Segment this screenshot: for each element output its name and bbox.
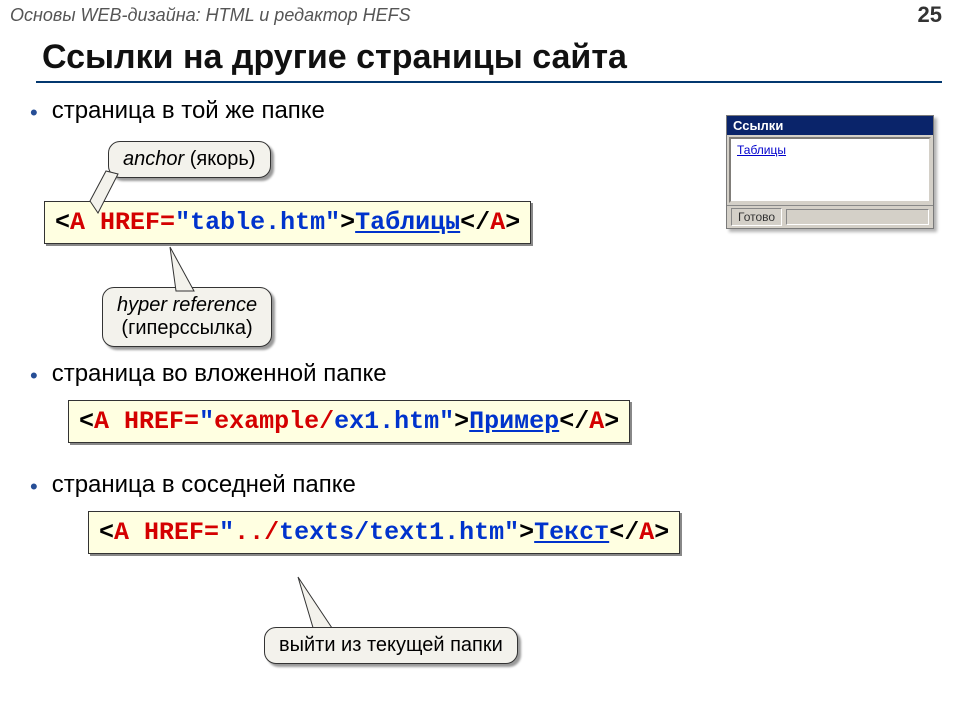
code2-tag-close: A <box>589 407 604 436</box>
bullet-dot-icon: • <box>30 102 38 124</box>
code-example-3: <A HREF="../texts/text1.htm">Текст</A> <box>88 511 680 554</box>
code2-link-text: Пример <box>469 407 559 436</box>
callout-hyper: hyper reference (гиперссылка) <box>102 287 272 347</box>
preview-link[interactable]: Таблицы <box>737 143 786 157</box>
breadcrumb: Основы WEB-дизайна: HTML и редактор HEFS <box>10 5 411 26</box>
code-example-2: <A HREF="example/ex1.htm">Пример</A> <box>68 400 630 443</box>
code3-lt: < <box>99 518 114 547</box>
preview-body: Таблицы <box>729 137 931 203</box>
code2-lts: </ <box>559 407 589 436</box>
preview-status-empty <box>786 209 929 225</box>
code3-path-prefix: ../ <box>234 518 279 547</box>
bullet-dot-icon: • <box>30 476 38 498</box>
callout-anchor-pointer-icon <box>90 171 120 231</box>
bullet-text-3: страница в соседней папке <box>52 471 356 499</box>
code1-gt: > <box>340 208 355 237</box>
code3-path-rest: texts/text1.htm <box>279 518 504 547</box>
callout-hyper-l2: (гиперссылка) <box>121 317 252 339</box>
browser-preview: Ссылки Таблицы Готово <box>726 115 934 229</box>
code3-sp1 <box>129 518 144 547</box>
code1-tag-open: A <box>70 208 85 237</box>
callout-hyper-pointer-icon <box>168 247 208 293</box>
callout-exit: выйти из текущей папки <box>264 627 518 664</box>
bullet-dot-icon: • <box>30 365 38 387</box>
code1-q1: " <box>175 208 190 237</box>
code2-attr: HREF= <box>124 407 199 436</box>
code3-gt: > <box>519 518 534 547</box>
preview-statusbar: Готово <box>727 205 933 228</box>
page-number: 25 <box>918 2 942 28</box>
code3-attr: HREF= <box>144 518 219 547</box>
code2-path-file: ex1.htm <box>334 407 439 436</box>
code2-q1: " <box>199 407 214 436</box>
callout-anchor-italic: anchor <box>123 148 184 170</box>
preview-status-text: Готово <box>731 208 782 226</box>
code3-gte: > <box>654 518 669 547</box>
code3-tag-open: A <box>114 518 129 547</box>
code3-lts: </ <box>609 518 639 547</box>
callout-hyper-l1: hyper reference <box>117 294 257 316</box>
code3-tag-close: A <box>639 518 654 547</box>
bullet-sibling-folder: • страница в соседней папке <box>30 471 942 499</box>
code1-tag-close: A <box>490 208 505 237</box>
code1-href-value: table.htm <box>190 208 325 237</box>
code3-q2: " <box>504 518 519 547</box>
code2-tag-open: A <box>94 407 109 436</box>
code1-link-text: Таблицы <box>355 208 460 237</box>
callout-exit-text: выйти из текущей папки <box>279 634 503 656</box>
code2-gt: > <box>454 407 469 436</box>
code2-sp1 <box>109 407 124 436</box>
preview-titlebar: Ссылки <box>727 116 933 135</box>
bullet-text-2: страница во вложенной папке <box>52 360 387 388</box>
code2-q2: " <box>439 407 454 436</box>
slide-title: Ссылки на другие страницы сайта <box>42 38 942 77</box>
code2-lt: < <box>79 407 94 436</box>
code2-gte: > <box>604 407 619 436</box>
bullet-nested-folder: • страница во вложенной папке <box>30 360 942 388</box>
code1-q2: " <box>325 208 340 237</box>
code2-path-prefix: example/ <box>214 407 334 436</box>
code3-q1: " <box>219 518 234 547</box>
title-underline <box>36 81 942 83</box>
bullet-text-1: страница в той же папке <box>52 97 325 125</box>
code1-lt: < <box>55 208 70 237</box>
code1-gte: > <box>505 208 520 237</box>
callout-anchor: anchor (якорь) <box>108 141 271 178</box>
code3-link-text: Текст <box>534 518 609 547</box>
callout-anchor-ru: (якорь) <box>184 148 255 170</box>
code1-lts: </ <box>460 208 490 237</box>
